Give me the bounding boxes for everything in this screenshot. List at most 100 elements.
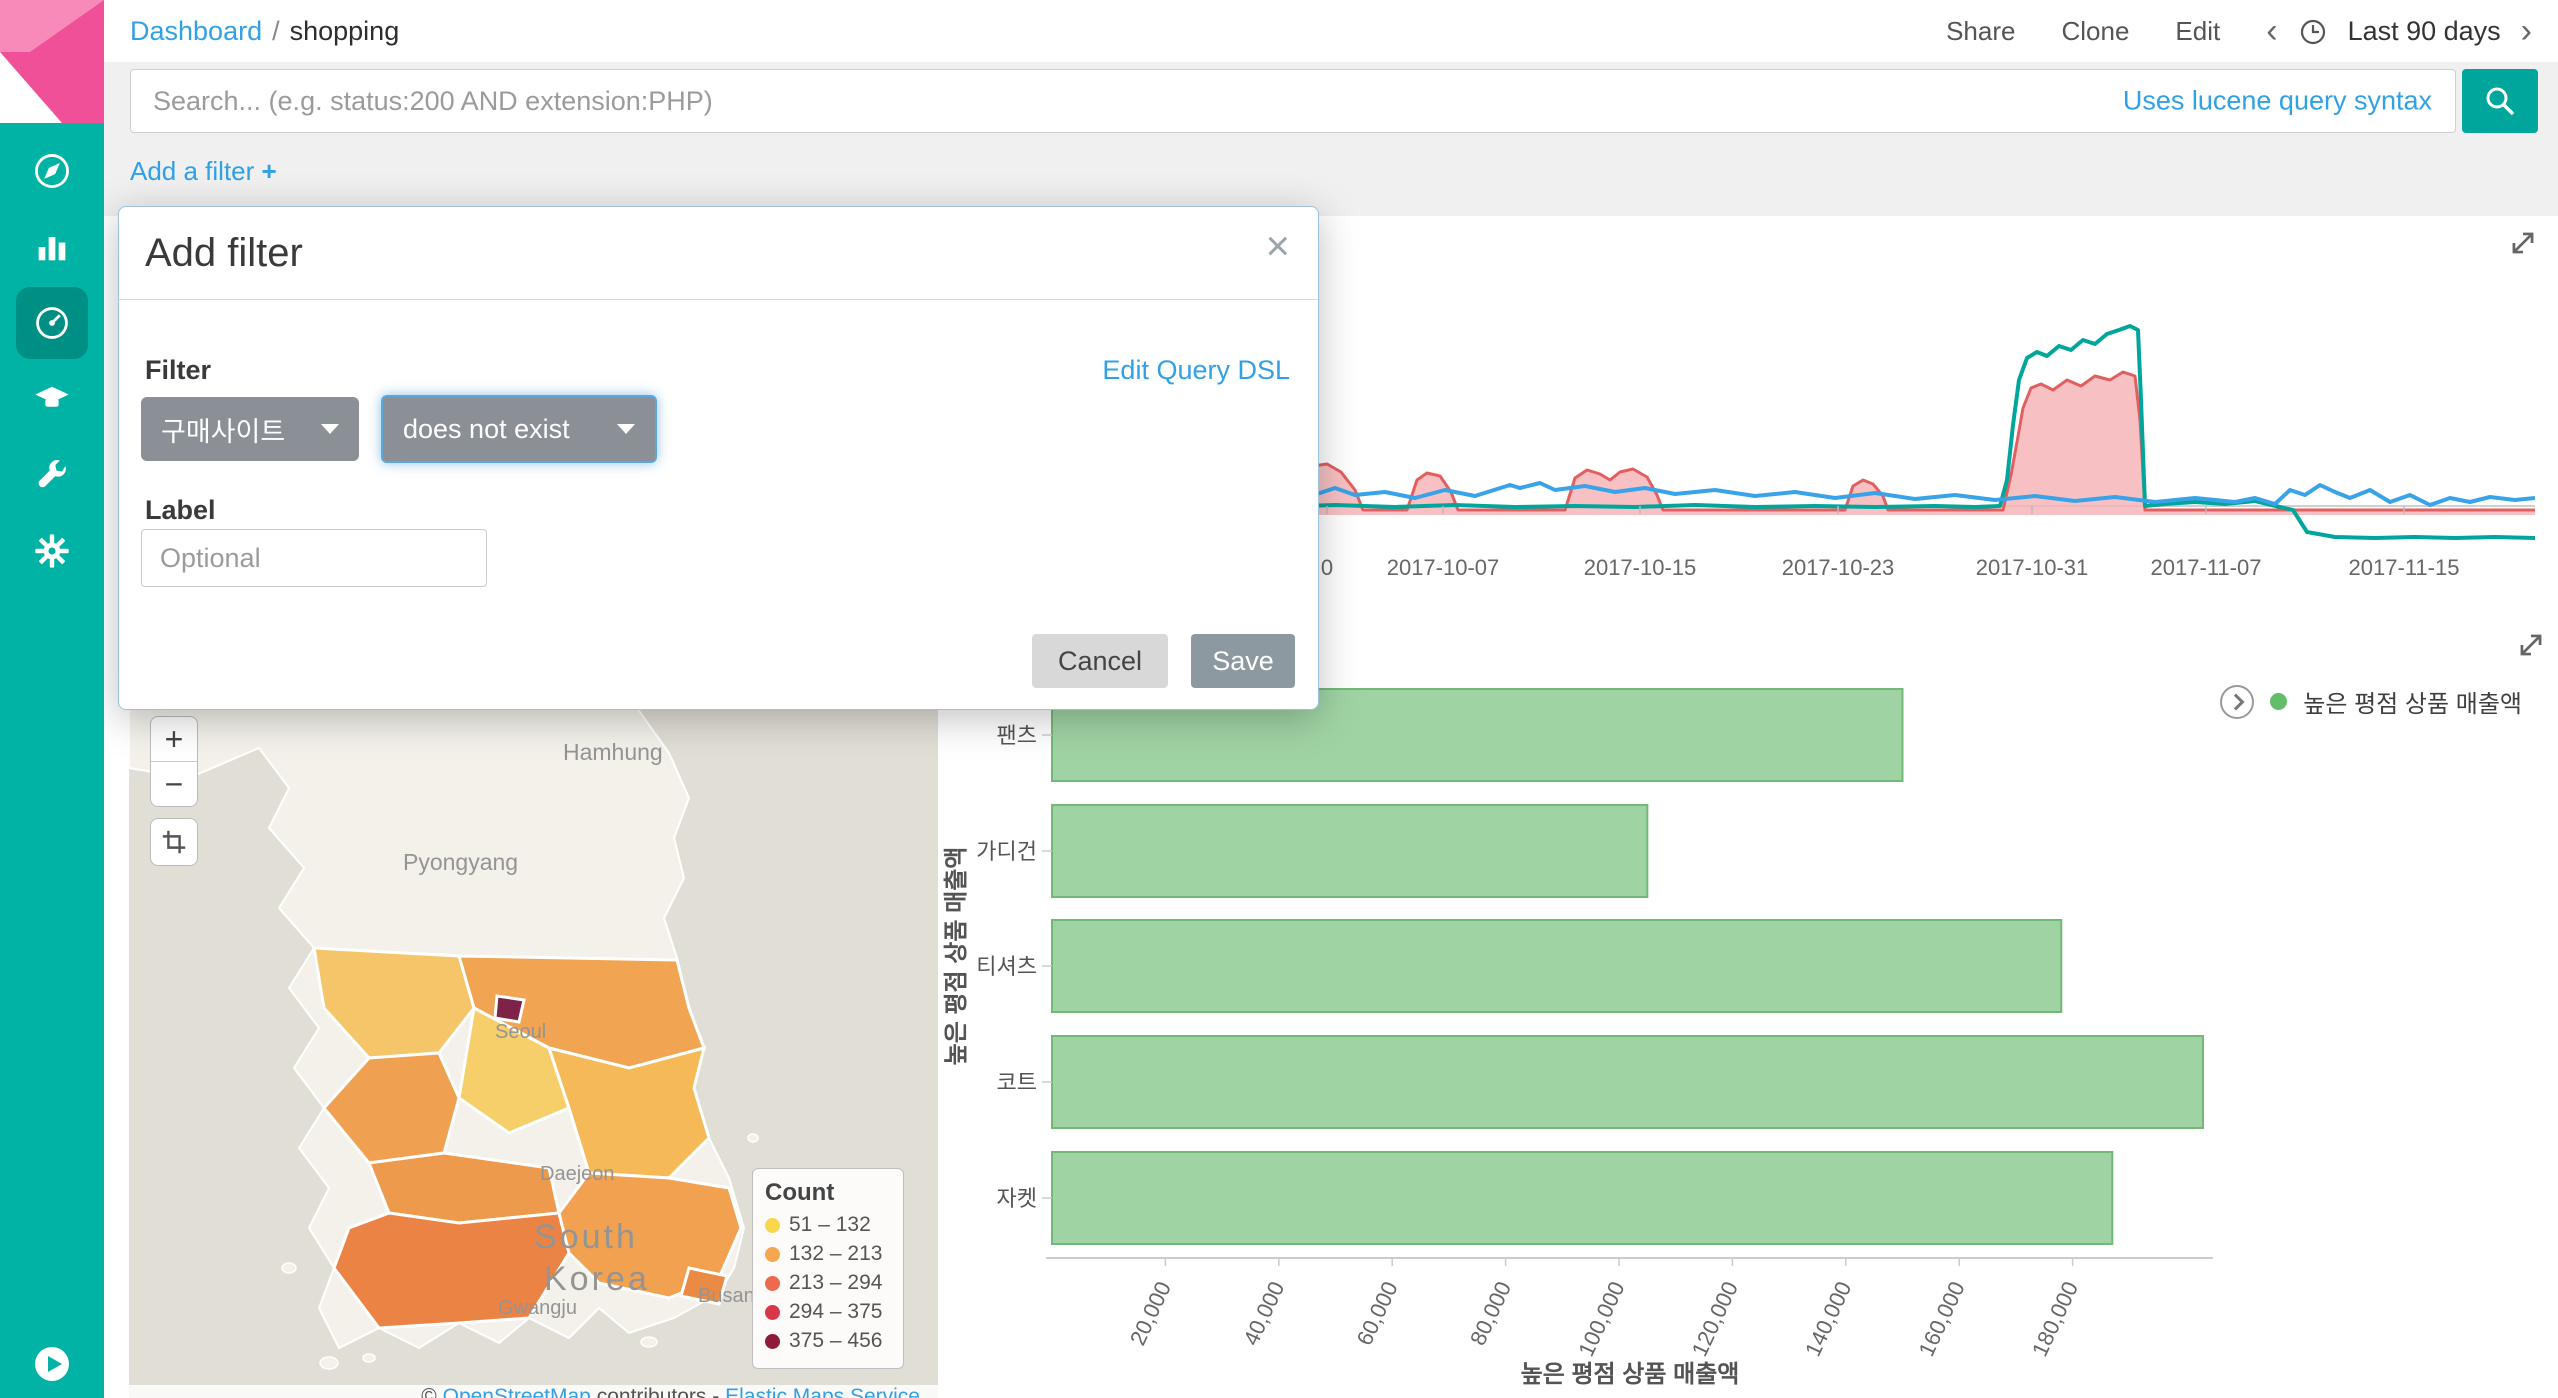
modal-divider	[119, 299, 1318, 300]
filter-label-input[interactable]	[141, 529, 487, 587]
map-legend-range: 132 – 213	[789, 1242, 882, 1266]
sidebar-item-management[interactable]	[0, 513, 104, 589]
map-legend-swatch	[765, 1218, 780, 1233]
time-range-button[interactable]: Last 90 days	[2348, 16, 2501, 47]
legend-series-label[interactable]: 높은 평점 상품 매출액	[2303, 684, 2522, 719]
map-legend-swatch	[765, 1334, 780, 1349]
zoom-out-button[interactable]: −	[151, 762, 197, 806]
edit-query-dsl-link[interactable]: Edit Query DSL	[1102, 355, 1290, 386]
expand-timeseries-icon[interactable]	[2506, 226, 2540, 260]
svg-text:100,000: 100,000	[1573, 1278, 1629, 1361]
map-legend-range: 294 – 375	[789, 1300, 882, 1324]
map-label: Pyongyang	[403, 849, 518, 875]
map-label: Korea	[544, 1260, 650, 1298]
sidebar-item-dashboard[interactable]	[0, 285, 104, 361]
top-navigation-bar: Dashboard / shopping Share Clone Edit ‹ La…	[104, 0, 2558, 62]
map-legend-row: 213 – 294	[765, 1271, 891, 1295]
caret-down-icon	[617, 424, 635, 434]
map-legend-row: 51 – 132	[765, 1213, 891, 1237]
map-legend-range: 51 – 132	[789, 1213, 871, 1237]
clock-icon	[2298, 16, 2328, 46]
map-legend-range: 213 – 294	[789, 1271, 882, 1295]
elastic-maps-service-link[interactable]: Elastic Maps Service	[725, 1385, 920, 1398]
add-filter-link[interactable]: Add a filter +	[130, 156, 277, 187]
svg-text:140,000: 140,000	[1800, 1278, 1856, 1361]
svg-text:2017-10-31: 2017-10-31	[1976, 555, 2089, 580]
svg-text:160,000: 160,000	[1913, 1278, 1969, 1361]
clone-button[interactable]: Clone	[2061, 16, 2129, 47]
kibana-logo[interactable]	[0, 0, 104, 123]
map-fit-bounds-button[interactable]	[150, 818, 198, 866]
svg-text:자켓: 자켓	[997, 1186, 1037, 1211]
close-icon[interactable]: ×	[1265, 225, 1290, 267]
filter-bar: Add a filter +	[104, 140, 2558, 216]
filter-field-dropdown[interactable]: 구매사이트	[141, 397, 359, 461]
svg-text:높은 평점 상품 매출액: 높은 평점 상품 매출액	[1521, 1361, 1740, 1388]
lucene-syntax-link[interactable]: Uses lucene query syntax	[2113, 86, 2432, 117]
label-heading: Label	[145, 495, 216, 526]
search-button[interactable]	[2462, 69, 2538, 133]
save-button[interactable]: Save	[1191, 634, 1295, 688]
zoom-in-button[interactable]: +	[151, 717, 197, 762]
map-legend-row: 294 – 375	[765, 1300, 891, 1324]
map-label: Seoul	[495, 1021, 546, 1043]
bar-chart-icon	[32, 227, 72, 267]
map-label: South	[534, 1218, 638, 1256]
caret-down-icon	[321, 424, 339, 434]
svg-text:높은 평점 상품 매출액: 높은 평점 상품 매출액	[943, 847, 970, 1066]
svg-text:120,000: 120,000	[1687, 1278, 1743, 1361]
map-legend-row: 132 – 213	[765, 1242, 891, 1266]
search-input[interactable]	[130, 69, 2456, 133]
kibana-dashboard-app: Dashboard / shopping Share Clone Edit ‹ La…	[0, 0, 2558, 1398]
compass-icon	[32, 151, 72, 191]
sidebar-item-dev-tools[interactable]	[0, 437, 104, 513]
map-legend-title: Count	[765, 1179, 891, 1207]
svg-text:2017-10-23: 2017-10-23	[1782, 555, 1895, 580]
map-legend-swatch	[765, 1305, 780, 1320]
time-back-chevron-icon[interactable]: ‹	[2266, 14, 2277, 48]
gear-icon	[32, 531, 72, 571]
plus-icon: +	[262, 156, 277, 186]
timeseries-chart: 02017-10-072017-10-152017-10-232017-10-3…	[1155, 216, 2535, 590]
sidebar-item-discover[interactable]	[0, 133, 104, 209]
cancel-button[interactable]: Cancel	[1032, 634, 1168, 688]
map-region-seoul	[495, 996, 524, 1022]
breadcrumb-dashboard-link[interactable]: Dashboard	[130, 16, 262, 46]
svg-text:180,000: 180,000	[2027, 1278, 2083, 1361]
svg-text:2017-10-15: 2017-10-15	[1584, 555, 1697, 580]
time-forward-chevron-icon[interactable]: ›	[2521, 14, 2532, 48]
timelion-icon	[32, 379, 72, 419]
map-legend-row: 375 – 456	[765, 1329, 891, 1353]
svg-text:가디건: 가디건	[976, 839, 1037, 864]
sidebar-item-visualize[interactable]	[0, 209, 104, 285]
svg-text:2017-10-07: 2017-10-07	[1387, 555, 1500, 580]
crop-icon	[160, 828, 188, 856]
openstreetmap-link[interactable]: OpenStreetMap	[443, 1385, 591, 1398]
svg-text:2017-11-15: 2017-11-15	[2349, 555, 2460, 580]
breadcrumb: Dashboard / shopping	[130, 16, 399, 47]
filter-operator-dropdown[interactable]: does not exist	[381, 395, 657, 463]
expand-bar-chart-icon[interactable]	[2514, 628, 2548, 662]
svg-text:티셔츠: 티셔츠	[976, 954, 1037, 979]
breadcrumb-current-page: shopping	[290, 16, 400, 46]
bar-chart-legend: 높은 평점 상품 매출액	[2220, 684, 2522, 719]
legend-collapse-icon[interactable]	[2220, 685, 2254, 719]
add-filter-modal: Add filter × Filter Edit Query DSL 구매사이트…	[118, 206, 1319, 710]
map-label: Hamhung	[563, 739, 663, 765]
svg-text:40,000: 40,000	[1238, 1278, 1289, 1350]
collapse-sidebar-button[interactable]	[32, 1344, 72, 1384]
svg-text:코트: 코트	[997, 1070, 1037, 1095]
map-legend-swatch	[765, 1247, 780, 1262]
svg-text:20,000: 20,000	[1125, 1278, 1176, 1350]
map-count-legend: Count 51 – 132 132 – 213 213 – 294 294 – 37…	[752, 1168, 904, 1369]
breadcrumb-separator: /	[272, 16, 280, 46]
svg-text:60,000: 60,000	[1352, 1278, 1403, 1350]
share-button[interactable]: Share	[1946, 16, 2015, 47]
modal-title: Add filter	[145, 231, 303, 276]
sidebar-item-timelion[interactable]	[0, 361, 104, 437]
query-bar: Uses lucene query syntax	[104, 62, 2558, 140]
edit-button[interactable]: Edit	[2175, 16, 2220, 47]
map-label: Daejeon	[540, 1163, 615, 1185]
svg-text:팬츠: 팬츠	[997, 723, 1037, 748]
sidebar-nav	[0, 0, 104, 1398]
